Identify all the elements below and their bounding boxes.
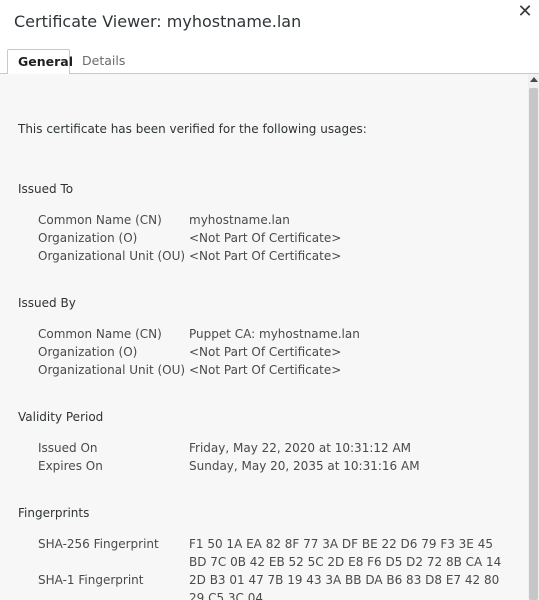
usages-intro: This certificate has been verified for t… [18,122,367,136]
scroll-up-icon[interactable] [530,77,538,82]
expires-on-label: Expires On [38,459,103,473]
issued-to-ou-value: <Not Part Of Certificate> [189,249,342,263]
issued-to-o-value: <Not Part Of Certificate> [189,231,342,245]
issued-on-label: Issued On [38,441,98,455]
sha1-label: SHA-1 Fingerprint [38,573,144,587]
general-panel: This certificate has been verified for t… [0,74,528,600]
sha256-label: SHA-256 Fingerprint [38,537,159,551]
issued-by-heading: Issued By [18,296,76,310]
sha1-value-line2: 29 C5 3C 04 [189,591,264,600]
tab-bar: General Details [0,44,539,75]
expires-on-value: Sunday, May 20, 2035 at 10:31:16 AM [189,459,420,473]
issued-by-ou-label: Organizational Unit (OU) [38,363,186,377]
fingerprints-heading: Fingerprints [18,506,90,520]
sha1-value-line1: 2D B3 01 47 7B 19 43 3A BB DA B6 83 D8 E… [189,573,500,587]
issued-to-o-label: Organization (O) [38,231,138,245]
issued-by-o-value: <Not Part Of Certificate> [189,345,342,359]
issued-by-cn-value: Puppet CA: myhostname.lan [189,327,360,341]
title-bar: Certificate Viewer: myhostname.lan ✕ [0,0,539,44]
scroll-thumb[interactable] [529,88,538,600]
issued-on-value: Friday, May 22, 2020 at 10:31:12 AM [189,441,412,455]
issued-by-ou-value: <Not Part Of Certificate> [189,363,342,377]
sha256-value-line2: BD 7C 0B 42 EB 52 5C 2D E8 F6 D5 D2 72 8… [189,555,502,569]
issued-to-ou-label: Organizational Unit (OU) [38,249,186,263]
validity-heading: Validity Period [18,410,104,424]
issued-to-cn-label: Common Name (CN) [38,213,162,227]
vertical-scrollbar[interactable] [528,74,539,600]
tab-details[interactable]: Details [72,49,135,74]
close-icon[interactable]: ✕ [515,2,535,22]
issued-by-o-label: Organization (O) [38,345,138,359]
window-title: Certificate Viewer: myhostname.lan [14,12,302,31]
issued-to-heading: Issued To [18,182,74,196]
tab-general[interactable]: General [7,49,73,75]
issued-by-cn-label: Common Name (CN) [38,327,162,341]
issued-to-cn-value: myhostname.lan [189,213,290,227]
sha256-value-line1: F1 50 1A EA 82 8F 77 3A DF BE 22 D6 79 F… [189,537,493,551]
